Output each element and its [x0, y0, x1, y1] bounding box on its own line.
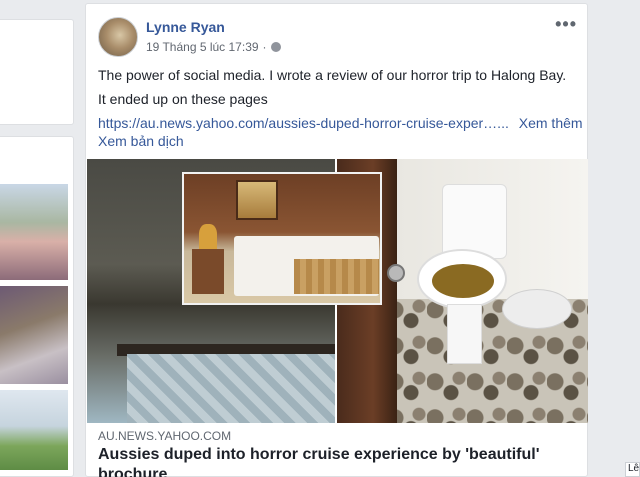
toilet-base	[447, 304, 482, 364]
left-column	[0, 0, 76, 477]
feed-post: Lynne Ryan 19 Tháng 5 lúc 17:39 · ••• Th…	[85, 3, 588, 477]
link-headline[interactable]: Aussies duped into horror cruise experie…	[98, 445, 578, 477]
meta-separator: ·	[262, 40, 267, 54]
bed-throw	[294, 259, 379, 294]
toilet-water	[432, 264, 494, 298]
post-meta: 19 Tháng 5 lúc 17:39 ·	[146, 40, 281, 54]
right-edge-label: Lê	[625, 462, 640, 477]
see-more-link[interactable]: Xem thêm	[519, 115, 583, 131]
link-source[interactable]: AU.NEWS.YAHOO.COM	[98, 429, 231, 443]
post-text-line1: The power of social media. I wrote a rev…	[98, 67, 567, 83]
brochure-inset-image	[182, 172, 382, 305]
friend-photo-dog[interactable]	[0, 286, 68, 384]
globe-icon[interactable]	[270, 42, 281, 52]
author-avatar[interactable]	[98, 17, 138, 57]
nightstand	[192, 249, 224, 294]
see-translation-link[interactable]: Xem bản dịch	[98, 133, 184, 149]
post-timestamp[interactable]: 19 Tháng 5 lúc 17:39	[146, 40, 259, 54]
post-link[interactable]: https://au.news.yahoo.com/aussies-duped-…	[98, 115, 509, 131]
friend-photo-taj-mahal[interactable]	[0, 390, 68, 470]
floor-tiles	[127, 354, 335, 423]
post-text-line2: It ended up on these pages	[98, 91, 268, 107]
bidet	[502, 289, 572, 329]
lamp	[199, 224, 217, 249]
friend-photo-bicycle[interactable]	[0, 184, 68, 280]
left-card-top	[0, 19, 74, 125]
toilet-tank	[442, 184, 507, 259]
ellipsis-icon[interactable]: •••	[555, 14, 577, 35]
door-knob	[387, 264, 405, 282]
author-name[interactable]: Lynne Ryan	[146, 19, 225, 35]
cabin-window	[236, 180, 278, 220]
post-link-row: https://au.news.yahoo.com/aussies-duped-…	[98, 115, 583, 131]
